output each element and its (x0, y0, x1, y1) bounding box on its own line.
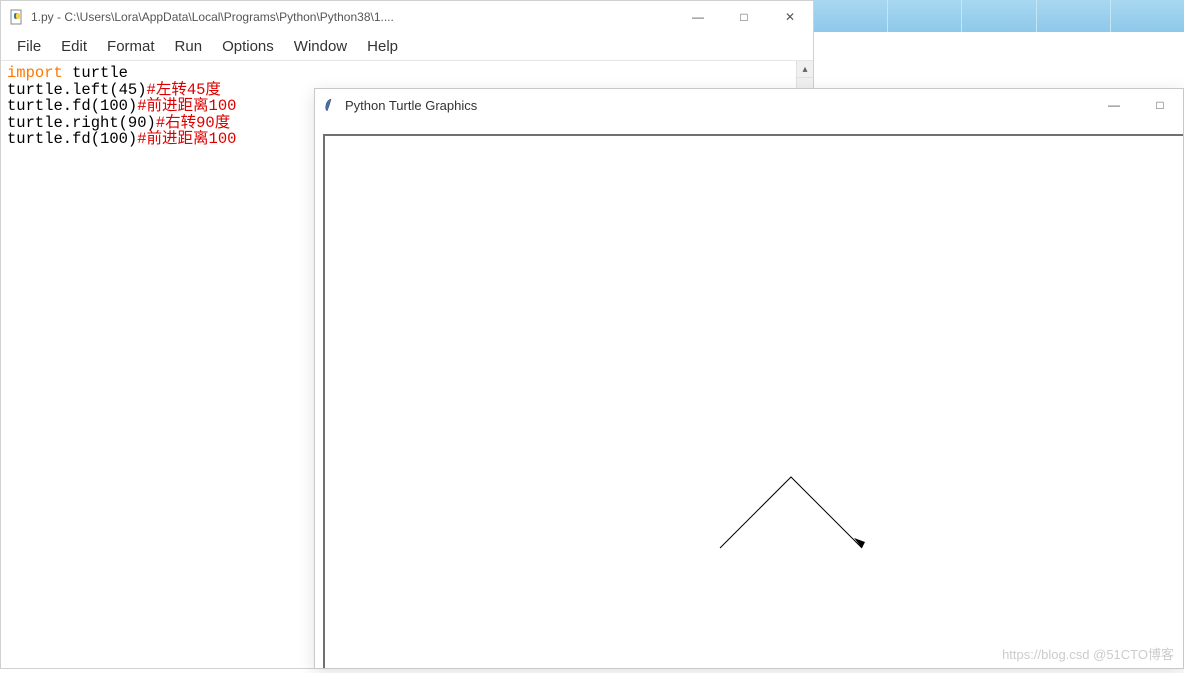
turtle-path (720, 477, 862, 548)
menu-edit[interactable]: Edit (51, 35, 97, 58)
desktop-background (814, 0, 1184, 32)
turtle-app-icon (323, 97, 339, 113)
watermark-text: https://blog.csd @51CTO博客 (1002, 644, 1174, 663)
menu-options[interactable]: Options (212, 35, 284, 58)
desktop-tile (888, 0, 962, 32)
idle-window-title: 1.py - C:\Users\Lora\AppData\Local\Progr… (31, 10, 675, 24)
code-comment: #左转45度 (147, 81, 221, 99)
menu-file[interactable]: File (7, 35, 51, 58)
turtle-window-title: Python Turtle Graphics (345, 98, 1091, 113)
menu-format[interactable]: Format (97, 35, 165, 58)
close-button[interactable]: ✕ (767, 1, 813, 33)
code-comment: #前进距离100 (137, 97, 236, 115)
minimize-button[interactable]: — (675, 1, 721, 33)
idle-menubar: File Edit Format Run Options Window Help (1, 33, 813, 61)
turtle-canvas (323, 134, 1183, 668)
menu-window[interactable]: Window (284, 35, 357, 58)
desktop-tile (1111, 0, 1184, 32)
minimize-button[interactable]: — (1091, 89, 1137, 121)
menu-run[interactable]: Run (165, 35, 213, 58)
turtle-drawing (325, 136, 1183, 668)
idle-titlebar[interactable]: 1.py - C:\Users\Lora\AppData\Local\Progr… (1, 1, 813, 33)
menu-help[interactable]: Help (357, 35, 408, 58)
turtle-graphics-window: Python Turtle Graphics — □ (314, 88, 1184, 669)
desktop-tile (962, 0, 1036, 32)
turtle-titlebar[interactable]: Python Turtle Graphics — □ (315, 89, 1183, 121)
code-text: turtle.right(90) (7, 114, 156, 132)
code-text: turtle.fd(100) (7, 130, 137, 148)
code-keyword: import (7, 64, 63, 82)
idle-window-controls: — □ ✕ (675, 1, 813, 33)
code-comment: #前进距离100 (137, 130, 236, 148)
maximize-button[interactable]: □ (1137, 89, 1183, 121)
python-file-icon (9, 9, 25, 25)
maximize-button[interactable]: □ (721, 1, 767, 33)
scroll-up-icon[interactable]: ▴ (797, 61, 813, 78)
code-text: turtle.fd(100) (7, 97, 137, 115)
desktop-tile (814, 0, 888, 32)
desktop-tile (1037, 0, 1111, 32)
code-comment: #右转90度 (156, 114, 230, 132)
code-text: turtle.left(45) (7, 81, 147, 99)
turtle-window-controls: — □ (1091, 89, 1183, 121)
code-text: turtle (63, 64, 128, 82)
turtle-cursor-icon (854, 538, 865, 548)
